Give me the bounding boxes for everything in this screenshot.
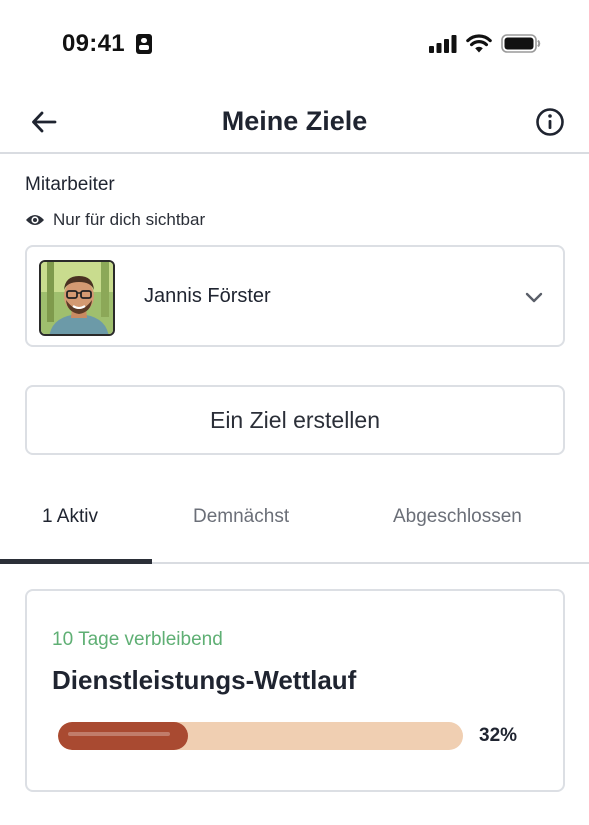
goal-card[interactable]: 10 Tage verbleibend Dienstleistungs-Wett…	[25, 589, 565, 792]
create-goal-button[interactable]: Ein Ziel erstellen	[25, 385, 565, 455]
tab-upcoming[interactable]: Demnächst	[193, 506, 289, 528]
goal-title: Dienstleistungs-Wettlauf	[52, 665, 357, 695]
status-bar: 09:41	[0, 0, 589, 90]
cellular-signal-icon	[429, 34, 457, 53]
page-title: Meine Ziele	[221, 106, 368, 136]
tab-active[interactable]: 1 Aktiv	[42, 506, 98, 528]
goal-tabs: 1 Aktiv Demnächst Abgeschlossen	[0, 490, 589, 564]
goal-progress-percent: 32%	[479, 725, 518, 746]
status-time: 09:41	[62, 30, 125, 57]
tab-completed[interactable]: Abgeschlossen	[393, 506, 522, 528]
screen: 09:41 Meine Ziele Mitarbeiter Nur für di…	[0, 0, 589, 825]
wifi-icon	[466, 34, 492, 53]
info-icon[interactable]	[535, 107, 565, 137]
goal-progress-fill	[58, 722, 188, 750]
eye-icon	[26, 215, 44, 225]
status-icons	[429, 34, 541, 53]
id-badge-icon	[136, 34, 152, 54]
chevron-down-icon	[525, 292, 543, 303]
avatar	[39, 260, 115, 336]
battery-icon	[501, 34, 541, 53]
employee-select[interactable]: Jannis Förster	[25, 245, 565, 347]
active-tab-indicator	[0, 559, 152, 564]
visibility-text: Nur für dich sichtbar	[53, 210, 206, 229]
employee-section-label: Mitarbeiter	[25, 174, 115, 195]
goal-remaining-days: 10 Tage verbleibend	[52, 629, 223, 650]
selected-employee-name: Jannis Förster	[144, 285, 271, 307]
visibility-note: Nur für dich sichtbar	[25, 210, 205, 230]
goal-progress-bar	[58, 722, 463, 750]
header: Meine Ziele	[0, 90, 589, 154]
